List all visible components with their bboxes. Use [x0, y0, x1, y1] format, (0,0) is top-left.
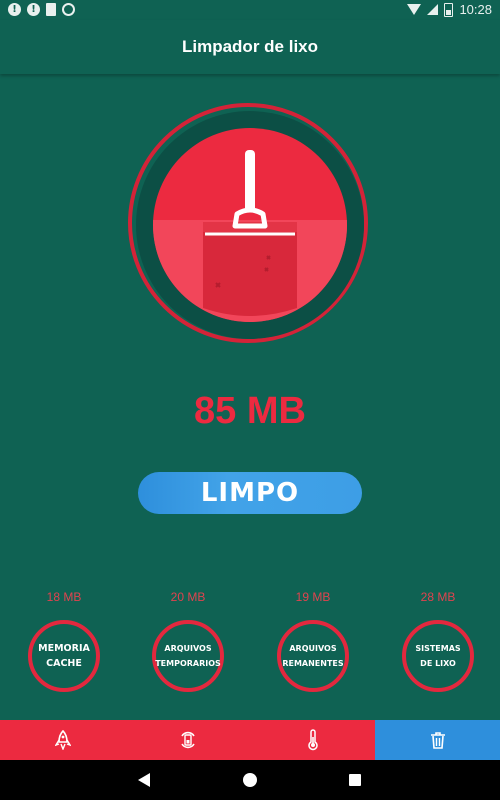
category-residual-files-button[interactable]: ARQUIVOS REMANENTES — [277, 620, 349, 692]
alert-icon: ! — [8, 3, 21, 16]
category-label: ARQUIVOS TEMPORARIOS — [155, 644, 221, 668]
cleaner-disc[interactable] — [153, 128, 347, 322]
trash-icon — [430, 732, 445, 749]
signal-icon — [427, 4, 439, 15]
nav-cooler[interactable] — [250, 720, 375, 760]
nav-boost[interactable] — [0, 720, 125, 760]
category-system-junk: 28 MB SISTEMAS DE LIXO — [401, 590, 475, 692]
clean-button[interactable]: LIMPO — [138, 472, 362, 514]
sd-card-icon — [46, 3, 56, 16]
category-system-junk-button[interactable]: SISTEMAS DE LIXO — [402, 620, 474, 692]
home-icon[interactable] — [243, 773, 257, 787]
nav-battery[interactable] — [125, 720, 250, 760]
category-temp-files: 20 MB ARQUIVOS TEMPORARIOS — [151, 590, 225, 692]
status-bar: ! ! 10:28 — [0, 0, 500, 20]
category-size: 18 MB — [46, 590, 82, 604]
recents-icon[interactable] — [349, 774, 361, 786]
status-system: 10:28 — [407, 2, 492, 17]
junk-size: 85 MB — [194, 390, 306, 432]
category-residual-files: 19 MB ARQUIVOS REMANENTES — [276, 590, 350, 692]
broom-icon — [203, 150, 297, 316]
category-label: ARQUIVOS REMANENTES — [282, 644, 344, 668]
category-size: 19 MB — [295, 590, 331, 604]
nav-junk-cleaner[interactable] — [375, 720, 500, 760]
sync-icon — [62, 3, 75, 16]
status-time: 10:28 — [459, 2, 492, 17]
thermometer-icon — [307, 729, 318, 751]
alert-icon: ! — [27, 3, 40, 16]
category-label: MEMORIA CACHE — [38, 643, 90, 669]
rocket-icon — [54, 730, 71, 750]
category-temp-files-button[interactable]: ARQUIVOS TEMPORARIOS — [152, 620, 224, 692]
clean-button-label: LIMPO — [200, 478, 300, 508]
system-nav-bar — [0, 760, 500, 800]
battery-cycle-icon — [180, 731, 195, 749]
bottom-nav — [0, 720, 500, 760]
app-bar: Limpador de lixo — [0, 20, 500, 74]
back-icon[interactable] — [138, 773, 150, 787]
category-cache: 18 MB MEMORIA CACHE — [27, 590, 101, 692]
page-title: Limpador de lixo — [181, 37, 319, 56]
category-cache-button[interactable]: MEMORIA CACHE — [28, 620, 100, 692]
status-notifications: ! ! — [8, 3, 75, 16]
wifi-icon — [407, 4, 422, 15]
category-label: SISTEMAS DE LIXO — [415, 644, 461, 668]
battery-icon — [444, 2, 454, 17]
category-size: 20 MB — [170, 590, 206, 604]
category-size: 28 MB — [420, 590, 456, 604]
